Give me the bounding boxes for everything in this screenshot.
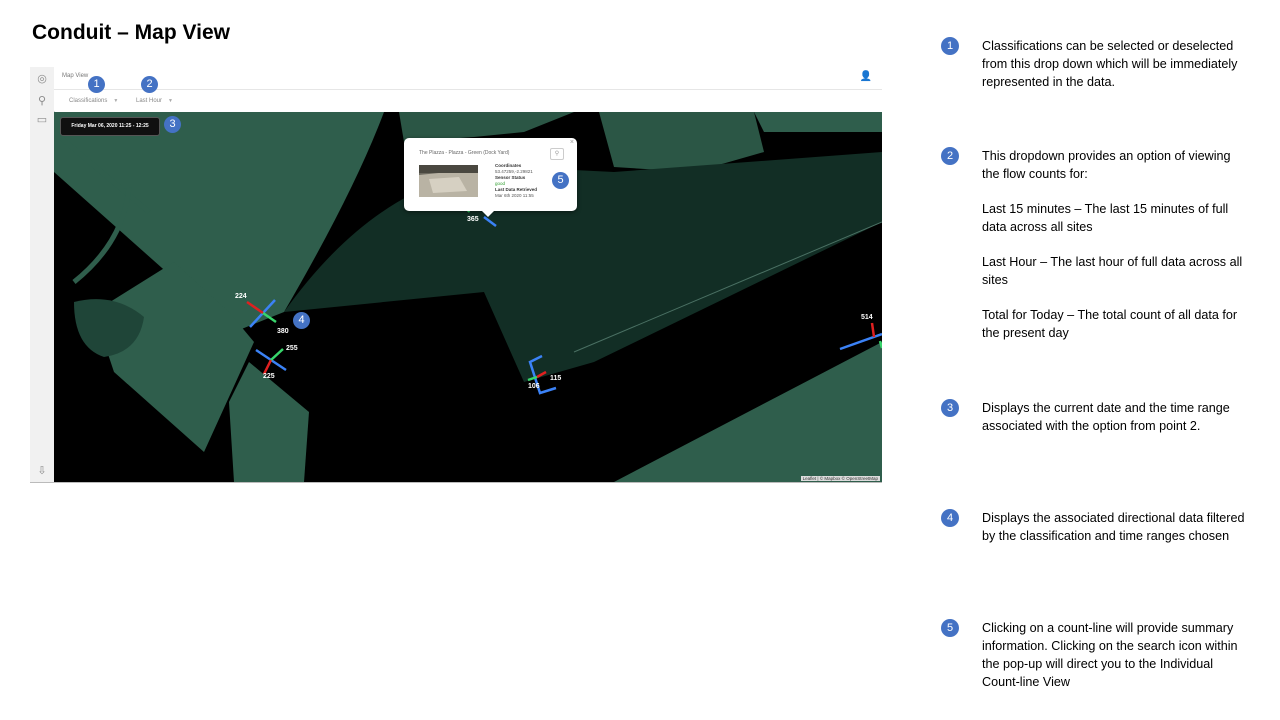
note-text: Displays the associated directional data… (982, 511, 1245, 543)
app-screenshot: ◎ ⚲ ▭ ⇩ Map View 👤 Classifications ▼ Last… (30, 67, 882, 483)
breadcrumb: Map View (62, 73, 89, 79)
note-5: Clicking on a count-line will provide su… (982, 619, 1250, 691)
note-text: This dropdown provides an option of view… (982, 149, 1231, 181)
popup-title: The Plazza - Plazza - Green (Dock Yard) (419, 150, 510, 156)
count-label: 225 (263, 373, 275, 380)
note-2: This dropdown provides an option of view… (982, 147, 1250, 342)
user-icon[interactable]: 👤 (860, 71, 872, 82)
note-1: Classifications can be selected or desel… (982, 37, 1250, 91)
note-3: Displays the current date and the time r… (982, 399, 1250, 435)
time-range-label: Last Hour (136, 98, 163, 104)
time-range-dropdown[interactable]: Last Hour ▼ (136, 98, 173, 104)
export-icon[interactable]: ⇩ (35, 464, 49, 478)
left-rail: ◎ ⚲ ▭ ⇩ (30, 67, 55, 482)
count-label: 224 (235, 293, 247, 300)
count-label: 380 (277, 328, 289, 335)
count-label: 514 (861, 314, 873, 321)
count-label: 115 (550, 375, 562, 382)
search-icon[interactable]: ⚲ (35, 94, 49, 108)
note-badge: 4 (941, 509, 959, 527)
close-icon[interactable]: × (570, 139, 574, 146)
top-bar: Map View 👤 (54, 67, 882, 90)
note-text: Clicking on a count-line will provide su… (982, 621, 1238, 689)
note-text: Total for Today – The total count of all… (982, 308, 1238, 340)
callout-badge: 4 (293, 312, 310, 329)
logo-icon: ◎ (37, 73, 47, 85)
filter-bar: Classifications ▼ Last Hour ▼ (54, 90, 882, 111)
count-label: 255 (286, 345, 298, 352)
date-range-display: Friday Mar 06, 2020 11:25 - 12:25 (60, 117, 160, 136)
callout-badge: 1 (88, 76, 105, 93)
chevron-down-icon: ▼ (168, 98, 173, 104)
note-text: Displays the current date and the time r… (982, 401, 1230, 433)
note-text: Classifications can be selected or desel… (982, 39, 1238, 89)
site-photo (419, 165, 478, 197)
classifications-label: Classifications (69, 98, 108, 104)
chevron-down-icon: ▼ (113, 98, 119, 104)
note-text: Last 15 minutes – The last 15 minutes of… (982, 202, 1229, 234)
note-badge: 3 (941, 399, 959, 417)
last-retrieved-value: Mar 6th 2020 11:55 (495, 193, 534, 198)
map-attribution[interactable]: Leaflet | © Mapbox © OpenStreetMap (800, 476, 880, 481)
count-label: 106 (528, 383, 540, 390)
map[interactable]: Friday Mar 06, 2020 11:25 - 12:25 224 38… (54, 112, 882, 482)
classifications-dropdown[interactable]: Classifications ▼ (69, 98, 118, 104)
callout-badge: 2 (141, 76, 158, 93)
callout-badge: 5 (552, 172, 569, 189)
note-4: Displays the associated directional data… (982, 509, 1250, 545)
countline-popup: The Plazza - Plazza - Green (Dock Yard) … (404, 138, 577, 217)
search-icon[interactable]: ⚲ (550, 148, 564, 160)
slide-title: Conduit – Map View (32, 21, 230, 44)
note-text: Last Hour – The last hour of full data a… (982, 255, 1243, 287)
folder-icon[interactable]: ▭ (35, 113, 49, 127)
popup-info: Coordinates 53.47259,-2.29821 Sensor Sta… (495, 163, 537, 199)
note-badge: 2 (941, 147, 959, 165)
note-badge: 1 (941, 37, 959, 55)
callout-badge: 3 (164, 116, 181, 133)
note-badge: 5 (941, 619, 959, 637)
count-label: 365 (467, 216, 479, 223)
site-photo-image (419, 165, 478, 197)
